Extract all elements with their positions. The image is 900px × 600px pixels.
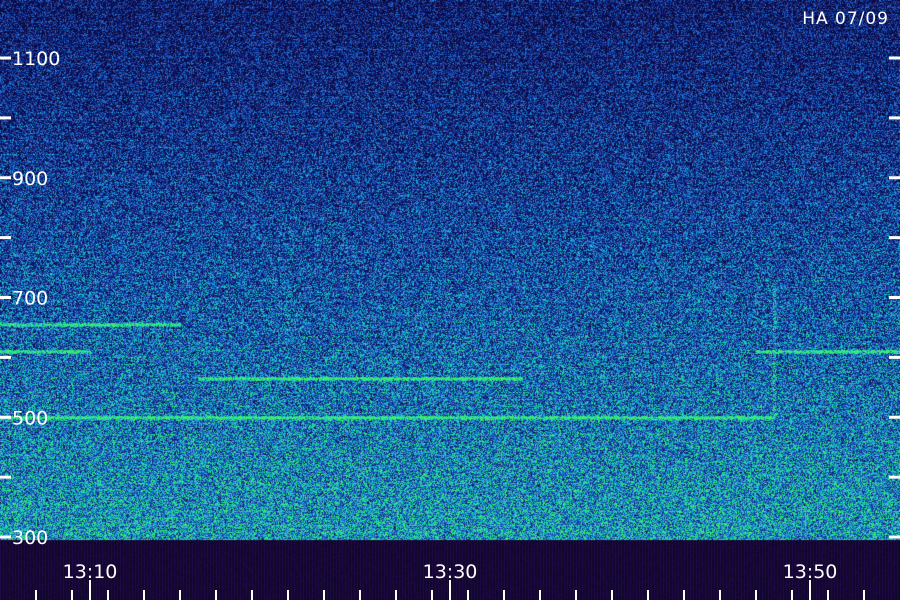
x-tick-label: 13:50 [783,561,838,583]
y-tick-label: 700 [12,288,48,310]
station-label: HA 07/09 [802,9,889,29]
x-axis: 13:10 13:30 13:50 [35,561,865,600]
x-tick-label: 13:30 [423,561,478,583]
y-tick-label: 900 [12,168,48,190]
x-tick-label: 13:10 [63,561,118,583]
y-tick-label: 300 [12,527,48,549]
y-tick-label: 500 [12,407,48,429]
y-axis: 1100 900 700 500 300 [0,48,900,549]
chart-overlay: 1100 900 700 500 300 13:10 13:30 13:50 HA 07/0… [0,9,900,600]
y-tick-label: 1100 [12,48,60,70]
